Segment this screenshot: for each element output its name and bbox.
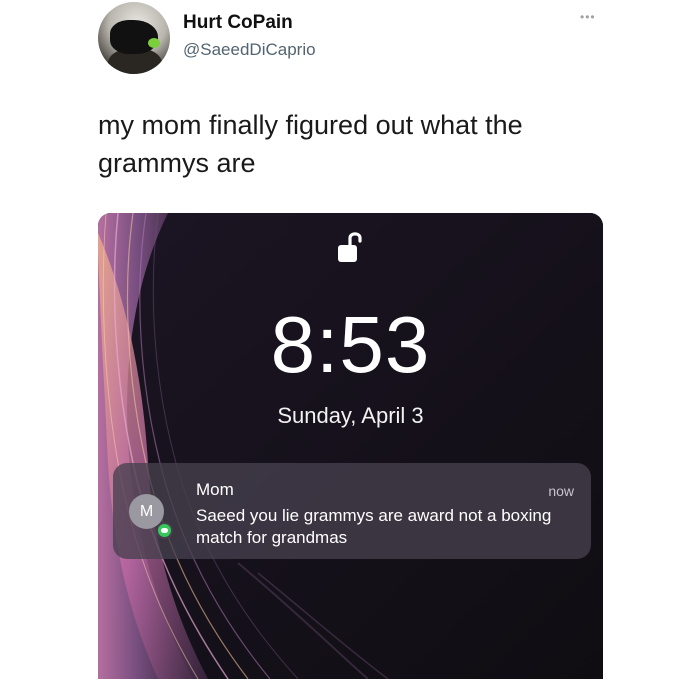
tweet-text: my mom finally figured out what the gram… xyxy=(98,110,523,178)
avatar-accent xyxy=(148,38,160,48)
notification-sender: Mom xyxy=(196,480,234,499)
notification-message: Saeed you lie grammys are award not a bo… xyxy=(196,506,552,547)
display-name[interactable]: Hurt CoPain xyxy=(183,12,293,34)
lockscreen-screenshot: 8:53 Sunday, April 3 M Mom now Saeed you… xyxy=(98,213,603,679)
profile-avatar[interactable] xyxy=(98,2,170,74)
tweet-card: Hurt CoPain @SaeedDiCaprio ••• my mom fi… xyxy=(0,0,700,693)
unlocked-padlock-icon xyxy=(338,232,362,262)
message-notification[interactable]: M Mom now Saeed you lie grammys are awar… xyxy=(113,463,591,559)
lockscreen-date: Sunday, April 3 xyxy=(277,403,424,428)
notification-timestamp: now xyxy=(548,483,574,499)
more-horizontal-icon[interactable]: ••• xyxy=(580,10,596,24)
avatar-redaction xyxy=(110,20,158,54)
messages-icon xyxy=(156,522,173,539)
lockscreen-time: 8:53 xyxy=(270,300,431,389)
user-handle[interactable]: @SaeedDiCaprio xyxy=(183,40,316,60)
wallpaper-swirl xyxy=(98,213,603,679)
